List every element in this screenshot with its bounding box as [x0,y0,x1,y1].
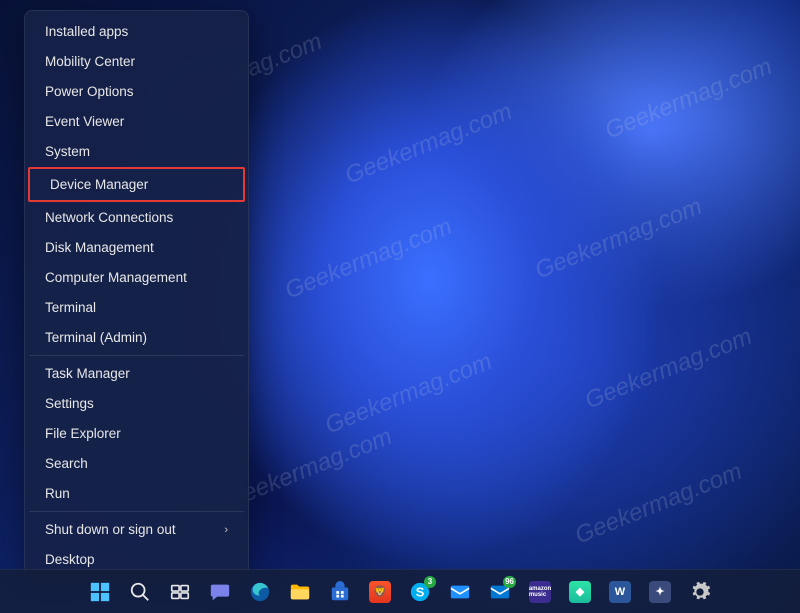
brave-icon[interactable]: 🦁 [362,574,398,610]
menu-item-label: Power Options [45,84,134,99]
taskbar: 🦁S396amazonmusic◆W✦ [0,569,800,613]
menu-item-label: Installed apps [45,24,128,39]
menu-item-label: Mobility Center [45,54,135,69]
menu-item-network-connections[interactable]: Network Connections [29,203,244,232]
menu-item-label: Computer Management [45,270,187,285]
winx-context-menu: Installed apps Mobility Center Power Optio… [24,10,249,581]
menu-item-label: System [45,144,90,159]
menu-item-label: Settings [45,396,94,411]
menu-item-shut-down-or-sign-out[interactable]: Shut down or sign out › [29,515,244,544]
menu-item-label: Shut down or sign out [45,522,176,537]
chat-icon[interactable] [202,574,238,610]
mail-icon[interactable] [442,574,478,610]
menu-item-disk-management[interactable]: Disk Management [29,233,244,262]
menu-item-run[interactable]: Run [29,479,244,508]
file-explorer-icon[interactable] [282,574,318,610]
amazon-music-icon[interactable]: amazonmusic [522,574,558,610]
menu-separator [29,355,244,356]
app-icon-1[interactable]: ◆ [562,574,598,610]
start-icon[interactable] [82,574,118,610]
menu-item-label: Network Connections [45,210,173,225]
menu-item-installed-apps[interactable]: Installed apps [29,17,244,46]
task-view-icon[interactable] [162,574,198,610]
menu-item-file-explorer[interactable]: File Explorer [29,419,244,448]
skype-icon[interactable]: S3 [402,574,438,610]
menu-item-label: Disk Management [45,240,154,255]
menu-item-device-manager[interactable]: Device Manager [34,170,239,199]
menu-item-label: Terminal [45,300,96,315]
svg-text:S: S [416,584,425,599]
menu-item-task-manager[interactable]: Task Manager [29,359,244,388]
menu-item-search[interactable]: Search [29,449,244,478]
menu-item-label: Task Manager [45,366,130,381]
menu-item-settings[interactable]: Settings [29,389,244,418]
badge: 96 [503,576,516,588]
menu-item-label: Search [45,456,88,471]
menu-item-label: Desktop [45,552,95,567]
menu-item-label: Terminal (Admin) [45,330,147,345]
menu-item-mobility-center[interactable]: Mobility Center [29,47,244,76]
menu-item-system[interactable]: System [29,137,244,166]
highlight-box: Device Manager [28,167,245,202]
chevron-right-icon: › [224,524,228,536]
settings-icon[interactable] [682,574,718,610]
store-icon[interactable] [322,574,358,610]
menu-item-label: Run [45,486,70,501]
menu-item-label: Device Manager [50,177,148,192]
word-icon[interactable]: W [602,574,638,610]
menu-item-label: Event Viewer [45,114,124,129]
menu-item-power-options[interactable]: Power Options [29,77,244,106]
app-icon-2[interactable]: ✦ [642,574,678,610]
badge: 3 [424,576,436,588]
search-icon[interactable] [122,574,158,610]
menu-item-label: File Explorer [45,426,121,441]
menu-item-event-viewer[interactable]: Event Viewer [29,107,244,136]
menu-item-terminal-admin-[interactable]: Terminal (Admin) [29,323,244,352]
onenote-icon[interactable]: 96 [482,574,518,610]
edge-icon[interactable] [242,574,278,610]
menu-separator [29,511,244,512]
menu-item-terminal[interactable]: Terminal [29,293,244,322]
menu-item-computer-management[interactable]: Computer Management [29,263,244,292]
